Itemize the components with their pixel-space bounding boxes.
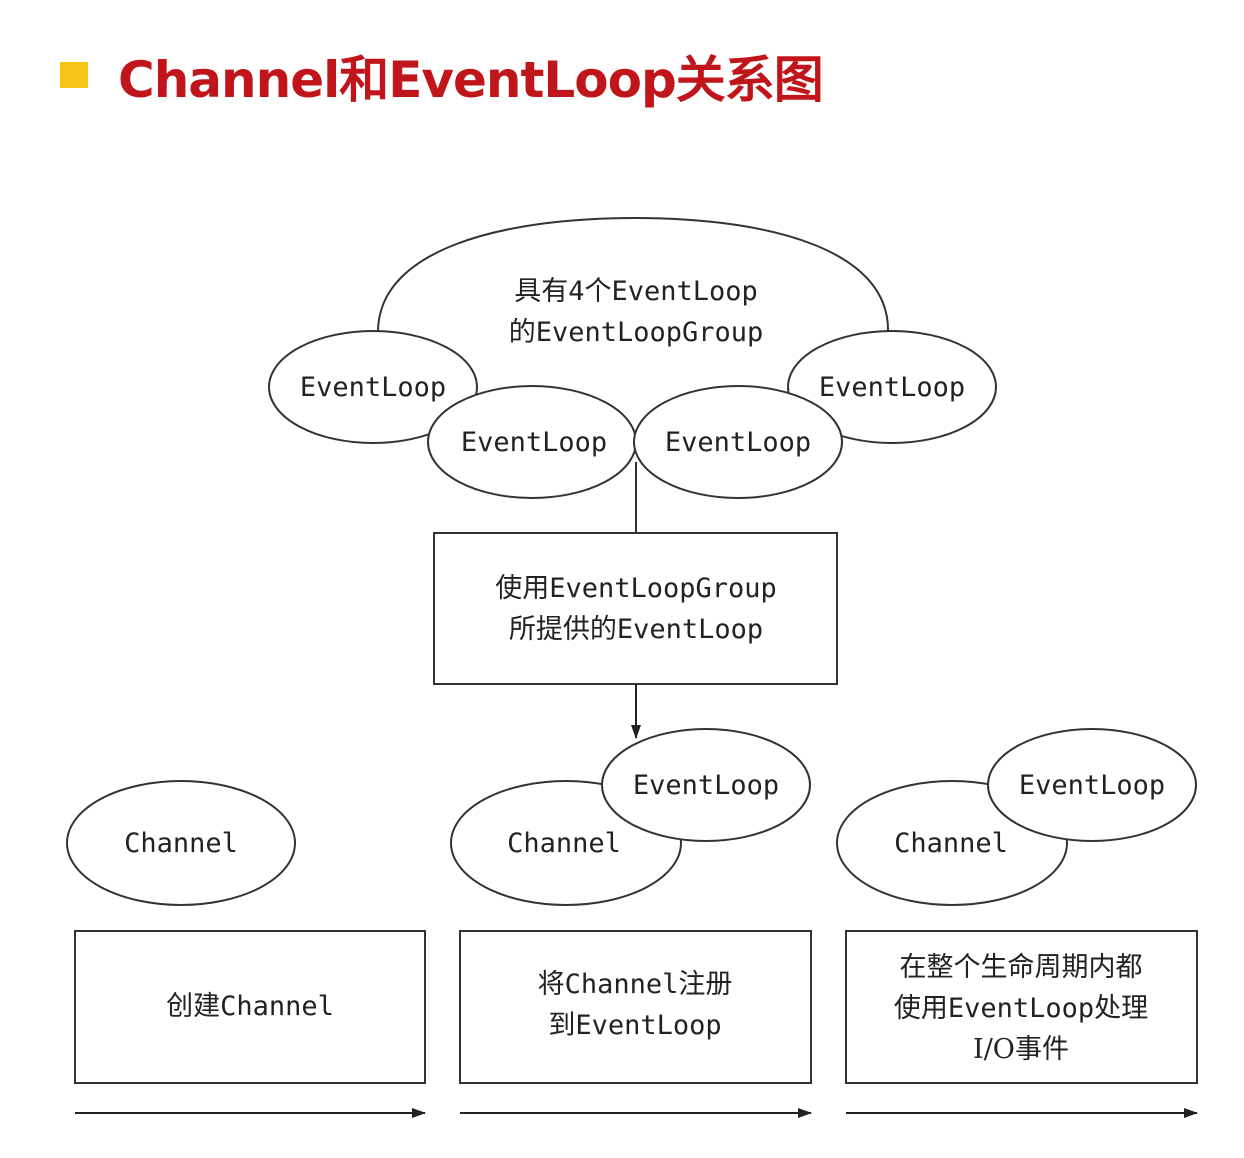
group-eventloop-2-label: EventLoop: [461, 427, 607, 458]
stage1-channel-label: Channel: [124, 828, 238, 859]
group-eventloop-3-label: EventLoop: [665, 427, 811, 458]
group-label-line2: 的EventLoopGroup: [509, 317, 764, 348]
relationship-diagram: 具有4个EventLoop 的EventLoopGroup EventLoop …: [66, 216, 1198, 1118]
provide-box-line2: 所提供的EventLoop: [509, 614, 763, 645]
provide-eventloop-box: [433, 532, 838, 685]
stage3-box-line3: I/O事件: [973, 1034, 1069, 1065]
stage1-box-line1: 创建Channel: [166, 991, 334, 1022]
eventloopgroup-outline: [377, 216, 890, 333]
stage3-box-line2: 使用EventLoop处理: [894, 993, 1148, 1024]
stage3-box-line1: 在整个生命周期内都: [900, 952, 1143, 983]
stage2-channel-label: Channel: [507, 828, 621, 859]
stage2-box: [459, 930, 812, 1084]
provide-box-line1: 使用EventLoopGroup: [495, 573, 777, 604]
stage2-box-line2: 到EventLoop: [548, 1010, 721, 1041]
stage3-eventloop-label: EventLoop: [1019, 770, 1165, 801]
group-eventloop-4-label: EventLoop: [819, 372, 965, 403]
group-label-line1: 具有4个EventLoop: [514, 276, 758, 307]
stage3-channel-label: Channel: [894, 828, 1008, 859]
group-eventloop-1-label: EventLoop: [300, 372, 446, 403]
stage2-eventloop-label: EventLoop: [633, 770, 779, 801]
stage2-box-line1: 将Channel注册: [538, 969, 733, 1000]
